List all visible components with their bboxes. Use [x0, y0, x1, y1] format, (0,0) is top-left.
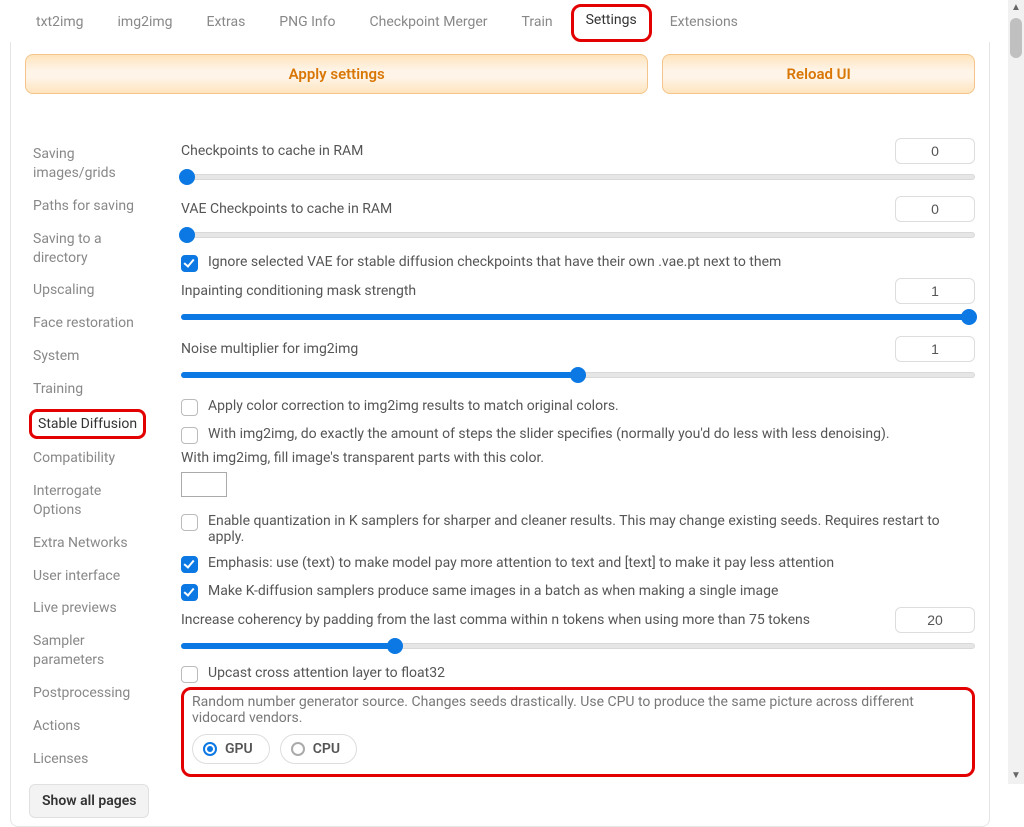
upcast-checkbox[interactable]: [181, 666, 198, 683]
ignore-vae-label: Ignore selected VAE for stable diffusion…: [208, 254, 781, 270]
rng-cpu-radio[interactable]: CPU: [280, 734, 357, 764]
sidebar-item-sampler-params[interactable]: Sampler parameters: [29, 625, 157, 677]
emphasis-checkbox[interactable]: [181, 556, 198, 573]
scrollbar[interactable]: ▲ ▼: [1008, 0, 1024, 784]
apply-settings-button[interactable]: Apply settings: [25, 54, 648, 94]
sidebar-item-licenses[interactable]: Licenses: [29, 743, 157, 776]
tab-txt2img[interactable]: txt2img: [20, 4, 100, 42]
batch-same-checkbox[interactable]: [181, 584, 198, 601]
tab-extensions[interactable]: Extensions: [654, 4, 754, 42]
radio-dot-icon: [203, 742, 217, 756]
rng-cpu-label: CPU: [313, 741, 340, 757]
rng-description: Random number generator source. Changes …: [192, 694, 964, 726]
scroll-down-icon[interactable]: ▼: [1008, 768, 1024, 784]
reload-ui-button[interactable]: Reload UI: [662, 54, 975, 94]
sidebar-item-extra-networks[interactable]: Extra Networks: [29, 527, 157, 560]
sidebar-item-stable-diffusion[interactable]: Stable Diffusion: [29, 409, 146, 439]
tab-img2img[interactable]: img2img: [102, 4, 189, 42]
sidebar-item-saving-images[interactable]: Saving images/grids: [29, 138, 157, 190]
emphasis-label: Emphasis: use (text) to make model pay m…: [208, 555, 834, 571]
sidebar-item-compatibility[interactable]: Compatibility: [29, 442, 157, 475]
quantization-label: Enable quantization in K samplers for sh…: [208, 513, 975, 545]
sidebar-item-system[interactable]: System: [29, 340, 157, 373]
ckpt-cache-slider[interactable]: [181, 170, 975, 182]
exact-steps-checkbox[interactable]: [181, 427, 198, 444]
tab-extras[interactable]: Extras: [191, 4, 262, 42]
sidebar-item-user-interface[interactable]: User interface: [29, 560, 157, 593]
fill-color-input[interactable]: [181, 472, 227, 497]
color-correction-checkbox[interactable]: [181, 399, 198, 416]
fill-transparent-label: With img2img, fill image's transparent p…: [181, 450, 975, 466]
top-tabs: txt2img img2img Extras PNG Info Checkpoi…: [0, 0, 1024, 42]
coherency-value[interactable]: [895, 607, 975, 633]
sidebar-item-actions[interactable]: Actions: [29, 710, 157, 743]
show-all-pages-button[interactable]: Show all pages: [29, 784, 149, 818]
noise-mult-slider[interactable]: [181, 368, 975, 380]
ckpt-cache-label: Checkpoints to cache in RAM: [181, 143, 363, 159]
sidebar-item-saving-dir[interactable]: Saving to a directory: [29, 223, 157, 275]
inpaint-mask-value[interactable]: [895, 278, 975, 304]
inpaint-mask-label: Inpainting conditioning mask strength: [181, 283, 416, 299]
scroll-up-icon[interactable]: ▲: [1008, 0, 1024, 16]
tab-train[interactable]: Train: [506, 4, 569, 42]
quantization-checkbox[interactable]: [181, 514, 198, 531]
vae-cache-label: VAE Checkpoints to cache in RAM: [181, 201, 392, 217]
upcast-label: Upcast cross attention layer to float32: [208, 665, 445, 681]
sidebar-item-face-restoration[interactable]: Face restoration: [29, 307, 157, 340]
noise-mult-label: Noise multiplier for img2img: [181, 341, 358, 357]
coherency-slider[interactable]: [181, 639, 975, 651]
ignore-vae-checkbox[interactable]: [181, 255, 198, 272]
sidebar-item-upscaling[interactable]: Upscaling: [29, 274, 157, 307]
sidebar-item-training[interactable]: Training: [29, 373, 157, 406]
rng-gpu-radio[interactable]: GPU: [192, 734, 270, 764]
batch-same-label: Make K-diffusion samplers produce same i…: [208, 583, 778, 599]
tab-checkpoint-merger[interactable]: Checkpoint Merger: [354, 4, 504, 42]
noise-mult-value[interactable]: [895, 336, 975, 362]
ckpt-cache-value[interactable]: [895, 138, 975, 164]
rng-source-section: Random number generator source. Changes …: [181, 687, 975, 777]
coherency-label: Increase coherency by padding from the l…: [181, 612, 810, 628]
rng-gpu-label: GPU: [225, 741, 253, 757]
sidebar-item-paths[interactable]: Paths for saving: [29, 190, 157, 223]
scroll-thumb[interactable]: [1010, 18, 1022, 58]
radio-dot-icon: [291, 742, 305, 756]
tab-settings[interactable]: Settings: [571, 4, 652, 42]
inpaint-mask-slider[interactable]: [181, 310, 975, 322]
exact-steps-label: With img2img, do exactly the amount of s…: [208, 426, 890, 442]
vae-cache-value[interactable]: [895, 196, 975, 222]
sidebar-item-postprocessing[interactable]: Postprocessing: [29, 677, 157, 710]
tab-pnginfo[interactable]: PNG Info: [263, 4, 351, 42]
vae-cache-slider[interactable]: [181, 228, 975, 240]
sidebar-item-interrogate[interactable]: Interrogate Options: [29, 475, 157, 527]
sidebar-item-live-previews[interactable]: Live previews: [29, 592, 157, 625]
color-correction-label: Apply color correction to img2img result…: [208, 398, 619, 414]
settings-main: Checkpoints to cache in RAM VAE Checkpoi…: [157, 138, 975, 818]
settings-sidebar: Saving images/grids Paths for saving Sav…: [29, 138, 157, 818]
